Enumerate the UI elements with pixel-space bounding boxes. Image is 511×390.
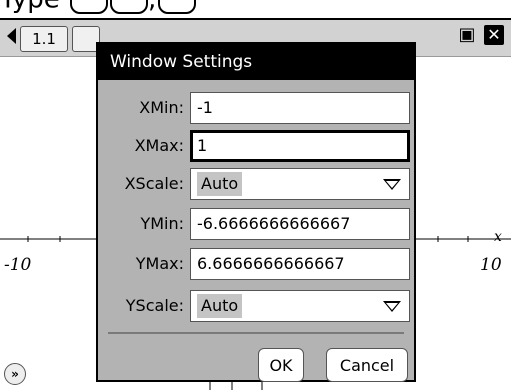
tab-page-1-1[interactable]: 1.1 [20, 26, 68, 52]
ymin-input[interactable]: -6.6666666666667 [190, 208, 410, 240]
ymin-label: YMin: [140, 214, 184, 233]
instruction-text: Type , [0, 0, 197, 14]
dialog-title: Window Settings [98, 44, 414, 80]
instruction-label: Type [0, 0, 60, 15]
xscale-selected-value: Auto [197, 172, 243, 196]
xmax-row: XMax: 1 [98, 128, 414, 164]
xmax-label: XMax: [134, 136, 184, 155]
yscale-label: YScale: [125, 296, 184, 315]
tab-scroll-left-icon[interactable] [7, 28, 16, 44]
dialog-separator [108, 332, 404, 334]
document-icon[interactable]: ▣ [456, 24, 478, 46]
expand-icon[interactable]: » [4, 363, 26, 385]
cancel-button[interactable]: Cancel [326, 348, 408, 382]
ymin-row: YMin: -6.6666666666667 [98, 206, 414, 242]
window-settings-dialog: Window Settings XMin: -1 XMax: 1 XScale:… [96, 42, 416, 382]
key-icon [158, 0, 197, 14]
x-min-label: -10 [4, 255, 32, 275]
chevron-down-icon[interactable] [383, 179, 401, 190]
yscale-select[interactable]: Auto [190, 290, 410, 322]
yscale-selected-value: Auto [197, 294, 243, 318]
chevron-down-icon[interactable] [383, 301, 401, 312]
xscale-label: XScale: [124, 174, 184, 193]
key-icon [109, 0, 148, 14]
key-separator: , [148, 0, 156, 15]
ymax-input[interactable]: 6.6666666666667 [190, 248, 410, 280]
xmin-input[interactable]: -1 [190, 92, 410, 124]
close-icon[interactable]: ✕ [484, 25, 504, 45]
ymax-row: YMax: 6.6666666666667 [98, 246, 414, 282]
xmin-row: XMin: -1 [98, 90, 414, 126]
yscale-row: YScale: Auto [98, 288, 414, 324]
ok-button[interactable]: OK [258, 348, 304, 382]
xscale-select[interactable]: Auto [190, 168, 410, 200]
key-icon [69, 0, 108, 14]
xscale-row: XScale: Auto [98, 166, 414, 202]
xmax-input[interactable]: 1 [190, 130, 410, 162]
xmin-label: XMin: [139, 98, 184, 117]
calculator-screen: 1.1 ▣ ✕ -10 10 x » Window Settings XMin:… [0, 18, 511, 390]
x-axis-label: x [494, 229, 502, 245]
ymax-label: YMax: [135, 254, 184, 273]
x-max-label: 10 [480, 255, 502, 275]
